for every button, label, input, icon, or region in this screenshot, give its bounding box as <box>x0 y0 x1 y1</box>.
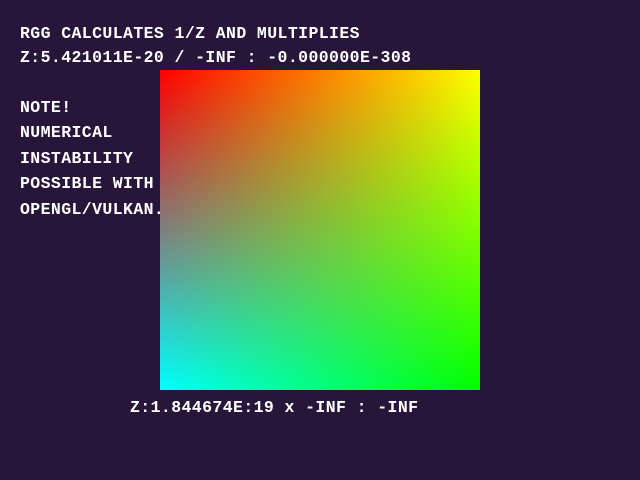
note-line: NOTE! <box>20 98 72 117</box>
footer-equation: Z:1.844674E:19 x -INF : -INF <box>130 398 419 417</box>
title-text: RGG CALCULATES 1/Z AND MULTIPLIES <box>20 24 360 43</box>
note-line: NUMERICAL <box>20 123 113 142</box>
note-line: OPENGL/VULKAN. <box>20 200 165 219</box>
gradient-square <box>160 70 480 390</box>
note-line: INSTABILITY <box>20 149 134 168</box>
note-line: POSSIBLE WITH <box>20 174 154 193</box>
header-equation: Z:5.421011E-20 / -INF : -0.000000E-308 <box>20 48 412 67</box>
